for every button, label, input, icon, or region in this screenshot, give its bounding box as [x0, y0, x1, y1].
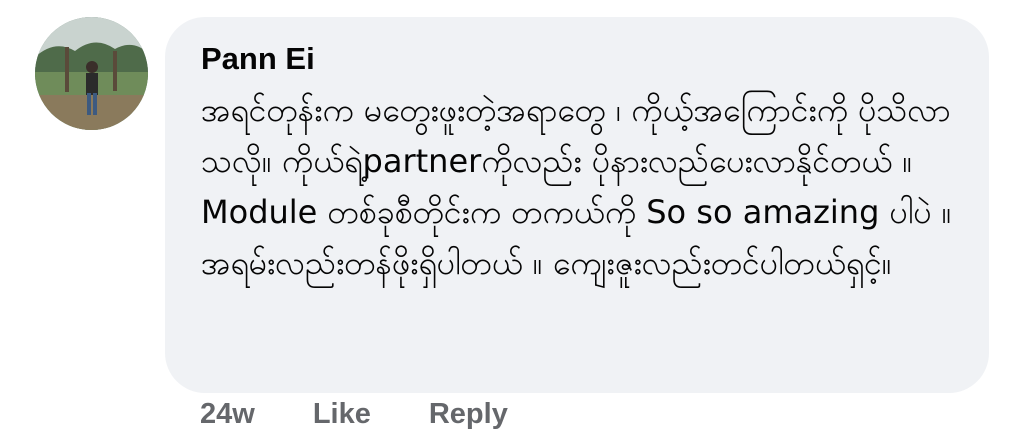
like-button[interactable]: Like [313, 398, 371, 431]
comment-actions: 24w Like Reply [200, 398, 508, 431]
avatar-photo-icon [35, 17, 148, 130]
comment-text: အရင်တုန်းက မတွေးဖူးတဲ့အရာတွေ ၊ ကိုယ့်အကြ… [201, 91, 952, 282]
author-name[interactable]: Pann Ei [201, 39, 959, 79]
author-avatar[interactable] [35, 17, 148, 130]
reply-button[interactable]: Reply [429, 398, 508, 431]
comment: Pann Ei အရင်တုန်းက မတွေးဖူးတဲ့အရာတွေ ၊ က… [0, 0, 1024, 445]
comment-bubble: Pann Ei အရင်တုန်းက မတွေးဖူးတဲ့အရာတွေ ၊ က… [165, 17, 989, 393]
comment-timestamp[interactable]: 24w [200, 398, 255, 431]
